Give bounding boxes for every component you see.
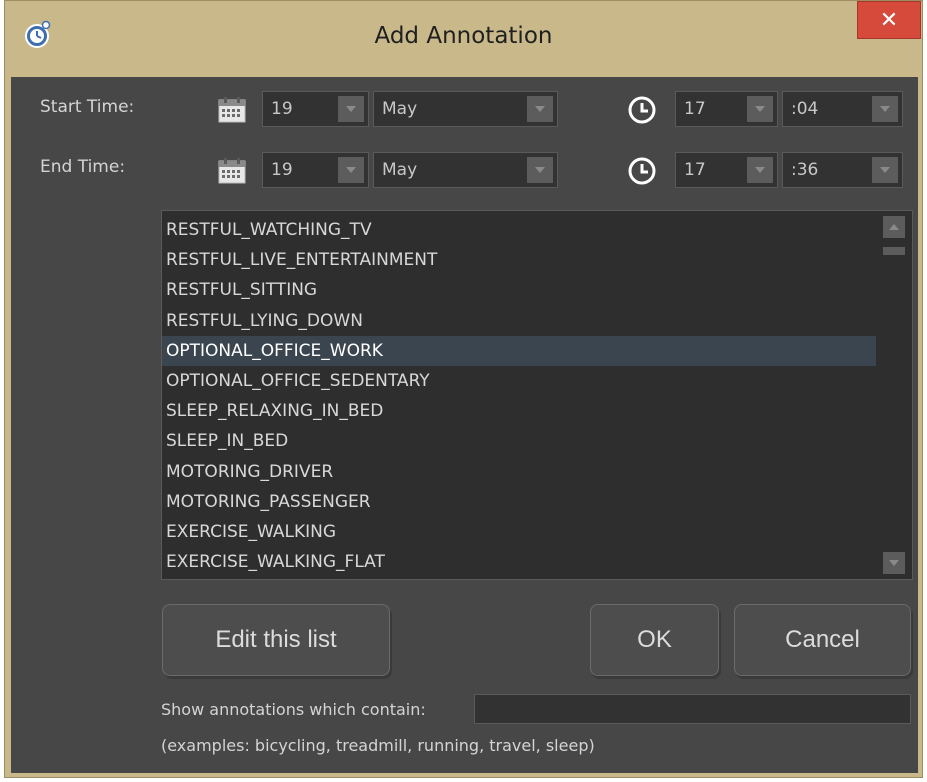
dialog-body: Start Time: 19 May 17 :04 End Time: 19 M… <box>11 77 918 773</box>
ok-button[interactable]: OK <box>590 604 719 676</box>
list-item[interactable]: OPTIONAL_OFFICE_SEDENTARY <box>162 366 876 396</box>
calendar-icon <box>218 97 246 123</box>
scroll-up-button[interactable] <box>883 216 905 238</box>
start-minute-value: :04 <box>791 99 819 119</box>
filter-input[interactable] <box>474 694 911 724</box>
start-month-select[interactable]: May <box>373 91 558 127</box>
filter-hint: (examples: bicycling, treadmill, running… <box>161 736 595 755</box>
chevron-down-icon[interactable] <box>872 96 898 122</box>
list-item[interactable]: RESTFUL_WATCHING_TV <box>162 215 876 245</box>
clock-icon <box>628 96 656 124</box>
end-minute-select[interactable]: :36 <box>782 152 903 188</box>
annotation-list[interactable]: RESTFUL_WATCHING_TV RESTFUL_LIVE_ENTERTA… <box>161 210 913 580</box>
end-minute-value: :36 <box>791 160 819 180</box>
list-item[interactable]: SLEEP_IN_BED <box>162 426 876 456</box>
list-item[interactable]: RESTFUL_SITTING <box>162 275 876 305</box>
end-month-value: May <box>382 160 418 180</box>
list-scrollbar[interactable] <box>878 211 912 579</box>
scroll-down-button[interactable] <box>883 552 905 574</box>
end-hour-select[interactable]: 17 <box>675 152 778 188</box>
start-day-select[interactable]: 19 <box>262 91 369 127</box>
list-item[interactable]: MOTORING_PASSENGER <box>162 487 876 517</box>
close-button[interactable]: ✕ <box>857 1 921 39</box>
start-hour-value: 17 <box>684 99 706 119</box>
chevron-down-icon[interactable] <box>747 96 773 122</box>
clock-icon <box>628 157 656 185</box>
start-minute-select[interactable]: :04 <box>782 91 903 127</box>
filter-label: Show annotations which contain: <box>161 700 426 719</box>
end-time-label: End Time: <box>40 157 126 177</box>
edit-list-button[interactable]: Edit this list <box>162 604 390 676</box>
chevron-up-icon <box>889 224 899 230</box>
chevron-down-icon[interactable] <box>338 96 364 122</box>
list-item[interactable]: RESTFUL_LIVE_ENTERTAINMENT <box>162 245 876 275</box>
annotation-list-items: RESTFUL_WATCHING_TV RESTFUL_LIVE_ENTERTA… <box>162 215 876 577</box>
start-time-label: Start Time: <box>40 97 135 117</box>
start-day-value: 19 <box>271 99 293 119</box>
list-item[interactable]: MOTORING_DRIVER <box>162 457 876 487</box>
list-item[interactable]: RESTFUL_LYING_DOWN <box>162 306 876 336</box>
chevron-down-icon[interactable] <box>527 157 553 183</box>
end-hour-value: 17 <box>684 160 706 180</box>
dialog-title: Add Annotation <box>374 23 553 49</box>
end-month-select[interactable]: May <box>373 152 558 188</box>
add-annotation-dialog: Add Annotation ✕ Start Time: 19 May 17:… <box>4 0 923 778</box>
end-day-select[interactable]: 19 <box>262 152 369 188</box>
title-bar[interactable]: Add Annotation ✕ <box>5 1 922 77</box>
start-hour-select[interactable]: 17 <box>675 91 778 127</box>
chevron-down-icon[interactable] <box>872 157 898 183</box>
start-month-value: May <box>382 99 418 119</box>
end-day-value: 19 <box>271 160 293 180</box>
calendar-icon <box>218 158 246 184</box>
cancel-button[interactable]: Cancel <box>734 604 911 676</box>
chevron-down-icon[interactable] <box>747 157 773 183</box>
scroll-thumb[interactable] <box>883 247 905 255</box>
list-item[interactable]: SLEEP_RELAXING_IN_BED <box>162 396 876 426</box>
chevron-down-icon[interactable] <box>527 96 553 122</box>
list-item[interactable]: EXERCISE_WALKING <box>162 517 876 547</box>
chevron-down-icon <box>889 560 899 566</box>
list-item[interactable]: EXERCISE_WALKING_FLAT <box>162 547 876 577</box>
list-item-selected[interactable]: OPTIONAL_OFFICE_WORK <box>162 335 876 366</box>
chevron-down-icon[interactable] <box>338 157 364 183</box>
